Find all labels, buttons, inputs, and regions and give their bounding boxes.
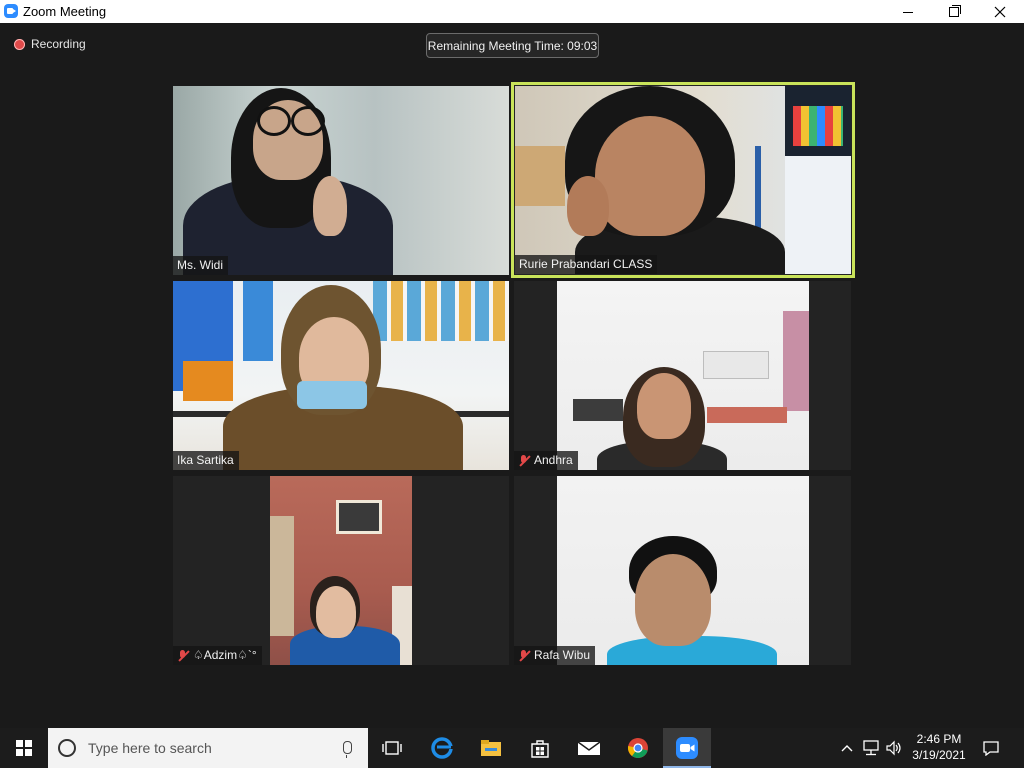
chevron-up-icon: [841, 745, 853, 752]
store-icon: [531, 740, 549, 758]
participant-video: [270, 476, 412, 665]
maximize-button[interactable]: [931, 0, 977, 23]
muted-mic-icon: [518, 649, 530, 662]
show-hidden-icons-button[interactable]: [838, 728, 856, 768]
participant-name: Ms. Widi: [173, 256, 228, 275]
recording-label: Recording: [31, 37, 86, 51]
participant-video: [515, 86, 851, 274]
minimize-icon: [903, 12, 913, 13]
store-button[interactable]: [516, 728, 564, 768]
participant-tile[interactable]: Rafa Wibu: [514, 476, 851, 665]
remaining-time-badge: Remaining Meeting Time: 09:03: [426, 33, 599, 58]
participant-name: Rurie Prabandari CLASS: [515, 255, 658, 274]
clock-date: 3/19/2021: [912, 748, 966, 762]
zoom-icon: [676, 737, 698, 759]
microphone-icon[interactable]: [343, 741, 352, 758]
participant-name: Ika Sartika: [173, 451, 239, 470]
recording-indicator[interactable]: Recording: [14, 37, 86, 51]
start-button[interactable]: [0, 728, 48, 768]
notification-icon: [983, 741, 999, 756]
chrome-icon: [627, 738, 648, 758]
zoom-app-icon: [4, 4, 18, 18]
action-center-button[interactable]: [976, 728, 1006, 768]
participant-name: Rafa Wibu: [514, 646, 596, 665]
recording-dot-icon: [14, 38, 25, 50]
participant-video: [557, 281, 809, 470]
task-view-button[interactable]: [368, 728, 416, 768]
zoom-taskbar-button[interactable]: [663, 728, 711, 768]
task-view-icon: [382, 741, 402, 755]
title-bar: Zoom Meeting: [0, 0, 1024, 23]
mail-button[interactable]: [565, 728, 613, 768]
window-title: Zoom Meeting: [23, 4, 107, 19]
participant-name: ♤Adzim♤`°: [173, 646, 262, 665]
muted-mic-icon: [177, 649, 189, 662]
participant-name: Andhra: [514, 451, 578, 470]
network-icon: [863, 740, 879, 756]
clock-time: 2:46 PM: [916, 732, 962, 746]
taskbar-search-box[interactable]: Type here to search: [48, 728, 368, 768]
chrome-button[interactable]: [614, 728, 662, 768]
system-clock[interactable]: 2:46 PM 3/19/2021: [904, 731, 974, 763]
participant-video: [173, 281, 509, 470]
cortana-icon: [58, 739, 76, 757]
participant-tile[interactable]: ♤Adzim♤`°: [173, 476, 509, 665]
file-explorer-button[interactable]: [467, 728, 515, 768]
mail-icon: [577, 741, 601, 755]
minimize-button[interactable]: [885, 0, 931, 23]
search-placeholder: Type here to search: [88, 740, 212, 756]
edge-icon: [431, 737, 453, 759]
network-button[interactable]: [860, 728, 882, 768]
folder-icon: [481, 740, 501, 756]
participant-tile[interactable]: Ika Sartika: [173, 281, 509, 470]
participant-tile[interactable]: Ms. Widi: [173, 86, 509, 275]
meeting-area: Recording Remaining Meeting Time: 09:03 …: [0, 23, 1024, 728]
muted-mic-icon: [518, 454, 530, 467]
close-button[interactable]: [977, 0, 1023, 23]
participant-tile[interactable]: Andhra: [514, 281, 851, 470]
speaker-icon: [886, 740, 901, 756]
edge-button[interactable]: [418, 728, 466, 768]
volume-button[interactable]: [884, 728, 904, 768]
participant-video: [557, 476, 809, 665]
participant-video: [173, 86, 509, 275]
restore-icon: [949, 4, 961, 17]
windows-logo-icon: [16, 740, 32, 756]
close-icon: [994, 6, 1006, 17]
participant-tile-active-speaker[interactable]: Rurie Prabandari CLASS: [511, 82, 855, 278]
taskbar: Type here to search 2:46 PM 3/19/2021: [0, 728, 1024, 768]
